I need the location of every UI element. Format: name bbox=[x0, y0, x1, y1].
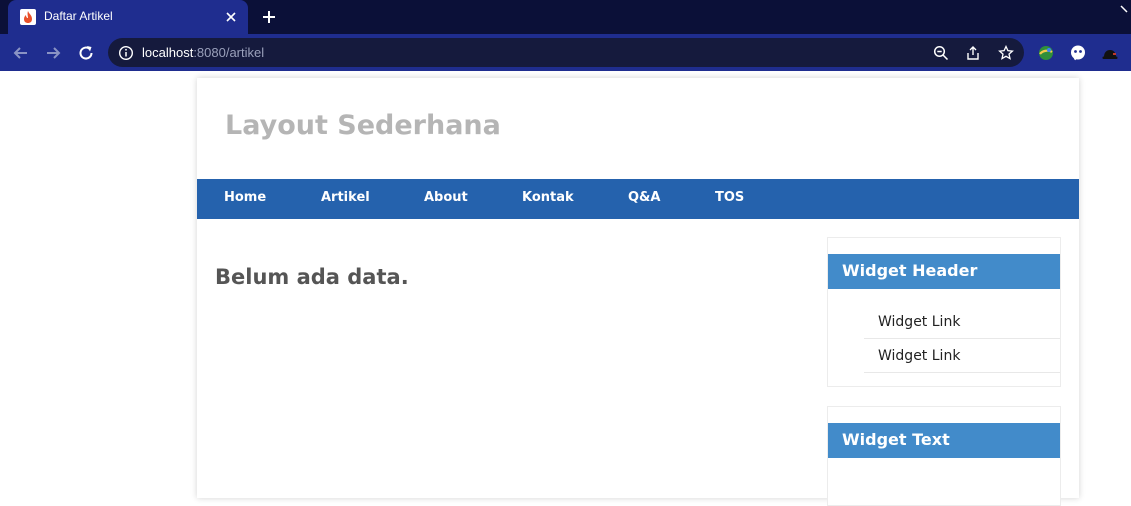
reload-icon[interactable] bbox=[73, 40, 99, 66]
widget-link-label: Widget Link bbox=[878, 348, 961, 364]
nav-link-kontak[interactable]: Kontak bbox=[522, 190, 574, 205]
page-container: Layout Sederhana Home Artikel About Kont… bbox=[197, 78, 1079, 506]
widget-link[interactable]: Widget Link bbox=[864, 306, 1060, 339]
star-icon[interactable] bbox=[996, 43, 1016, 63]
extension-hat-icon[interactable] bbox=[1100, 43, 1120, 63]
plus-icon[interactable] bbox=[258, 6, 280, 28]
nav-link-home[interactable]: Home bbox=[224, 190, 266, 205]
site-header: Layout Sederhana bbox=[197, 78, 1079, 179]
empty-data-message: Belum ada data. bbox=[215, 265, 409, 289]
browser-tabstrip: Daftar Artikel bbox=[0, 0, 1131, 34]
codeigniter-flame-icon bbox=[20, 9, 36, 25]
nav-link-about[interactable]: About bbox=[424, 190, 468, 205]
web-page: Layout Sederhana Home Artikel About Kont… bbox=[0, 71, 1131, 506]
browser-toolbar: localhost:8080/artikel bbox=[0, 34, 1131, 71]
url-path: :8080/artikel bbox=[193, 45, 265, 60]
tab-title: Daftar Artikel bbox=[44, 9, 113, 23]
nav-link-artikel[interactable]: Artikel bbox=[321, 190, 370, 205]
widget-link-label: Widget Link bbox=[878, 314, 961, 330]
close-icon[interactable] bbox=[222, 8, 240, 26]
widget-header: Widget Text bbox=[828, 423, 1060, 458]
share-icon[interactable] bbox=[963, 43, 983, 63]
extension-globe-icon[interactable] bbox=[1036, 43, 1056, 63]
browser-tab-active[interactable]: Daftar Artikel bbox=[8, 0, 248, 34]
url-host: localhost bbox=[142, 45, 194, 60]
forward-arrow-icon[interactable] bbox=[40, 40, 66, 66]
widget-header-title: Widget Header bbox=[842, 261, 978, 280]
site-title: Layout Sederhana bbox=[225, 110, 501, 141]
url-text[interactable]: localhost:8080/artikel bbox=[142, 45, 264, 60]
widget-link[interactable]: Widget Link bbox=[864, 340, 1060, 373]
nav-link-qa[interactable]: Q&A bbox=[628, 190, 660, 205]
back-arrow-icon[interactable] bbox=[8, 40, 34, 66]
window-control[interactable] bbox=[1113, 0, 1131, 34]
widget-header: Widget Header bbox=[828, 254, 1060, 289]
address-bar[interactable]: localhost:8080/artikel bbox=[108, 38, 1024, 67]
sidebar-widget: Widget Text bbox=[827, 406, 1061, 506]
info-icon[interactable] bbox=[118, 45, 134, 61]
nav-link-tos[interactable]: TOS bbox=[715, 190, 744, 205]
extension-chat-icon[interactable] bbox=[1068, 43, 1088, 63]
widget-header-title: Widget Text bbox=[842, 430, 950, 449]
zoom-icon[interactable] bbox=[931, 43, 951, 63]
sidebar-widget: Widget Header Widget Link Widget Link bbox=[827, 237, 1061, 387]
main-nav: Home Artikel About Kontak Q&A TOS bbox=[197, 179, 1079, 219]
